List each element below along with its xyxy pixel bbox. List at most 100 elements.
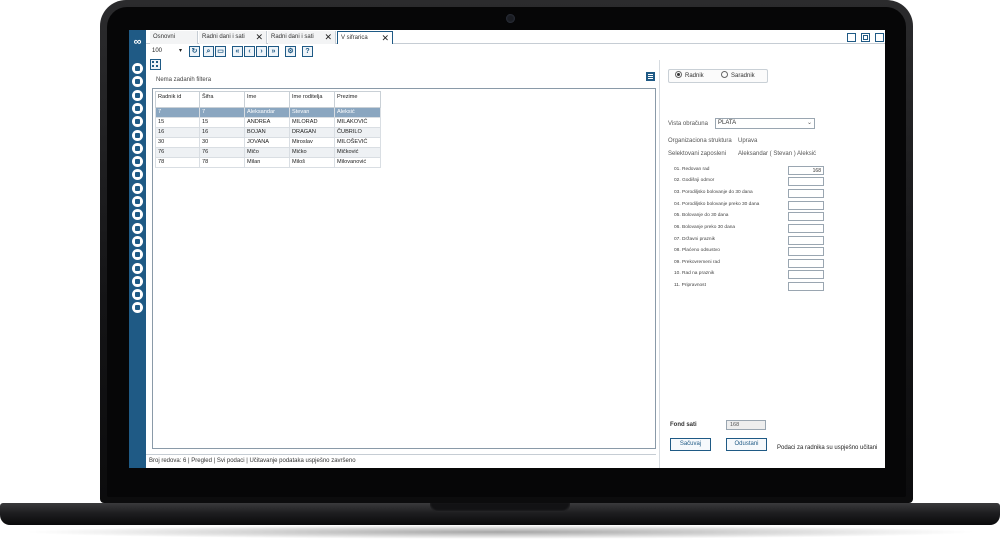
cancel-button[interactable]: Odustani: [726, 438, 767, 451]
hours-row: 07. Državni praznik: [674, 236, 824, 246]
folder-open-icon[interactable]: [132, 169, 143, 181]
first-page-button[interactable]: «: [232, 46, 243, 57]
hours-input[interactable]: [788, 259, 824, 268]
tab-sifrarica[interactable]: V sifrarica ✕: [337, 31, 393, 44]
users-icon[interactable]: [132, 102, 143, 114]
column-menu-icon[interactable]: [646, 72, 655, 81]
table-row[interactable]: 78 78 Milan Miloš Milovanović: [155, 157, 381, 168]
tab-label: Radni dani i sati: [202, 34, 245, 40]
report-icon[interactable]: [132, 275, 143, 287]
minimize-button[interactable]: [847, 33, 856, 42]
home-icon[interactable]: [132, 76, 143, 88]
close-icon[interactable]: ✕: [255, 31, 263, 43]
tab-osnovni[interactable]: Osnovni: [150, 31, 198, 44]
col-radnik-id[interactable]: Radnik id: [155, 91, 200, 108]
cell: MILOŠEVIĆ: [334, 137, 381, 148]
hours-input[interactable]: [788, 224, 824, 233]
hours-row: 01. Redovan rad 168: [674, 166, 824, 176]
cell: Aleksić: [334, 107, 381, 118]
calendar-icon[interactable]: [132, 209, 143, 221]
globe-icon[interactable]: [132, 262, 143, 274]
employee-label: Selektovani zaposleni: [668, 151, 727, 157]
hours-input[interactable]: [788, 189, 824, 198]
col-sifra[interactable]: Šifra: [199, 91, 245, 108]
tab-label: Radni dani i sati: [271, 34, 314, 40]
hours-input[interactable]: [788, 212, 824, 221]
close-icon[interactable]: ✕: [324, 31, 332, 43]
file-icon[interactable]: [132, 235, 143, 247]
col-ime-roditelja[interactable]: Ime roditelja: [289, 91, 335, 108]
hours-input[interactable]: [788, 201, 824, 210]
hours-input[interactable]: [788, 270, 824, 279]
refresh-button[interactable]: ↻: [189, 46, 200, 57]
bus-icon[interactable]: [132, 222, 143, 234]
close-icon[interactable]: ✕: [381, 32, 389, 44]
status-mode: Pregled: [191, 458, 212, 464]
hours-input[interactable]: [788, 282, 824, 291]
tab-radni-dani-2[interactable]: Radni dani i sati ✕: [268, 31, 336, 44]
filter-status: Nema zadanih filtera: [156, 77, 212, 83]
document-icon[interactable]: [132, 182, 143, 194]
cell: Aleksandar: [244, 107, 290, 118]
cell: 30: [155, 137, 200, 148]
printer-icon[interactable]: [132, 156, 143, 168]
col-prezime[interactable]: Prezime: [334, 91, 381, 108]
hours-input[interactable]: [788, 236, 824, 245]
hours-input[interactable]: 168: [788, 166, 824, 175]
help-icon[interactable]: [132, 302, 143, 314]
details-panel: Radnik Saradnik Vista obračuna PLATA ⌄ O…: [659, 60, 885, 468]
status-bar: Broj redova: 6 | Pregled | Svi podaci | …: [146, 454, 656, 468]
worker-type-radio-group: Radnik Saradnik: [668, 69, 768, 83]
save-icon[interactable]: [132, 63, 143, 74]
save-button[interactable]: Sačuvaj: [670, 438, 711, 451]
cell: Miroslav: [289, 137, 335, 148]
hours-row: 10. Rad na praznik: [674, 270, 824, 280]
cell: 76: [155, 147, 200, 158]
table-row[interactable]: 16 16 BOJAN DRAGAN ČUBRILO: [155, 127, 381, 138]
help-button[interactable]: ?: [302, 46, 313, 57]
chevron-down-icon: ⌄: [806, 120, 812, 126]
gear-button[interactable]: ⚙: [285, 46, 296, 57]
grid-view-button[interactable]: [150, 59, 161, 70]
table-row[interactable]: 7 7 Aleksandar Stevan Aleksić: [155, 107, 381, 118]
tab-radni-dani-1[interactable]: Radni dani i sati ✕: [199, 31, 267, 44]
folder-icon[interactable]: [132, 142, 143, 154]
last-page-button[interactable]: »: [268, 46, 279, 57]
network-icon[interactable]: [132, 196, 143, 207]
org-chart-icon[interactable]: [132, 249, 143, 261]
hours-input[interactable]: [788, 177, 824, 186]
radio-saradnik[interactable]: Saradnik: [721, 71, 755, 81]
cell: MILAKOVIĆ: [334, 117, 381, 128]
cell: ČUBRILO: [334, 127, 381, 138]
view-button[interactable]: ▭: [215, 46, 226, 57]
prev-page-button[interactable]: ‹: [244, 46, 255, 57]
col-ime[interactable]: Ime: [244, 91, 290, 108]
row-count-value: 6: [183, 458, 187, 464]
table-row[interactable]: 15 15 ANDREA MILORAD MILAKOVIĆ: [155, 117, 381, 128]
power-button[interactable]: [875, 33, 884, 42]
card-icon[interactable]: [132, 129, 143, 141]
next-page-button[interactable]: ›: [256, 46, 267, 57]
product-render: ∞ Osnovni Radni dani i sati ✕ Radni dani…: [0, 0, 1000, 551]
book-icon[interactable]: [132, 116, 143, 128]
maximize-button[interactable]: [861, 33, 870, 42]
table-row[interactable]: 30 30 JOVANA Miroslav MILOŠEVIĆ: [155, 137, 381, 148]
network-tree-icon[interactable]: [132, 289, 143, 301]
vista-value: PLATA: [718, 120, 737, 126]
vista-select[interactable]: PLATA ⌄: [715, 118, 815, 129]
tab-label: V sifrarica: [341, 35, 368, 41]
laptop-shadow: [20, 525, 980, 539]
table-row[interactable]: 76 76 Mičo Mićko Mičković: [155, 147, 381, 158]
cell: Mičo: [244, 147, 290, 158]
chevron-down-icon[interactable]: ▾: [179, 45, 182, 58]
search-button[interactable]: ⌕: [203, 46, 214, 57]
page-size-select[interactable]: 100: [152, 45, 162, 58]
hours-row: 11. Pripravnost: [674, 282, 824, 292]
radio-radnik[interactable]: Radnik: [675, 71, 704, 81]
hours-label: 02. Godišnji odmor: [674, 178, 715, 183]
hours-row: 06. Bolovanje preko 30 dana: [674, 224, 824, 234]
user-icon[interactable]: [132, 89, 143, 101]
org-value: Uprava: [738, 138, 758, 144]
toolbar: 100 ▾ ↻ ⌕ ▭ « ‹ › » ⚙ ?: [146, 45, 885, 58]
hours-input[interactable]: [788, 247, 824, 256]
